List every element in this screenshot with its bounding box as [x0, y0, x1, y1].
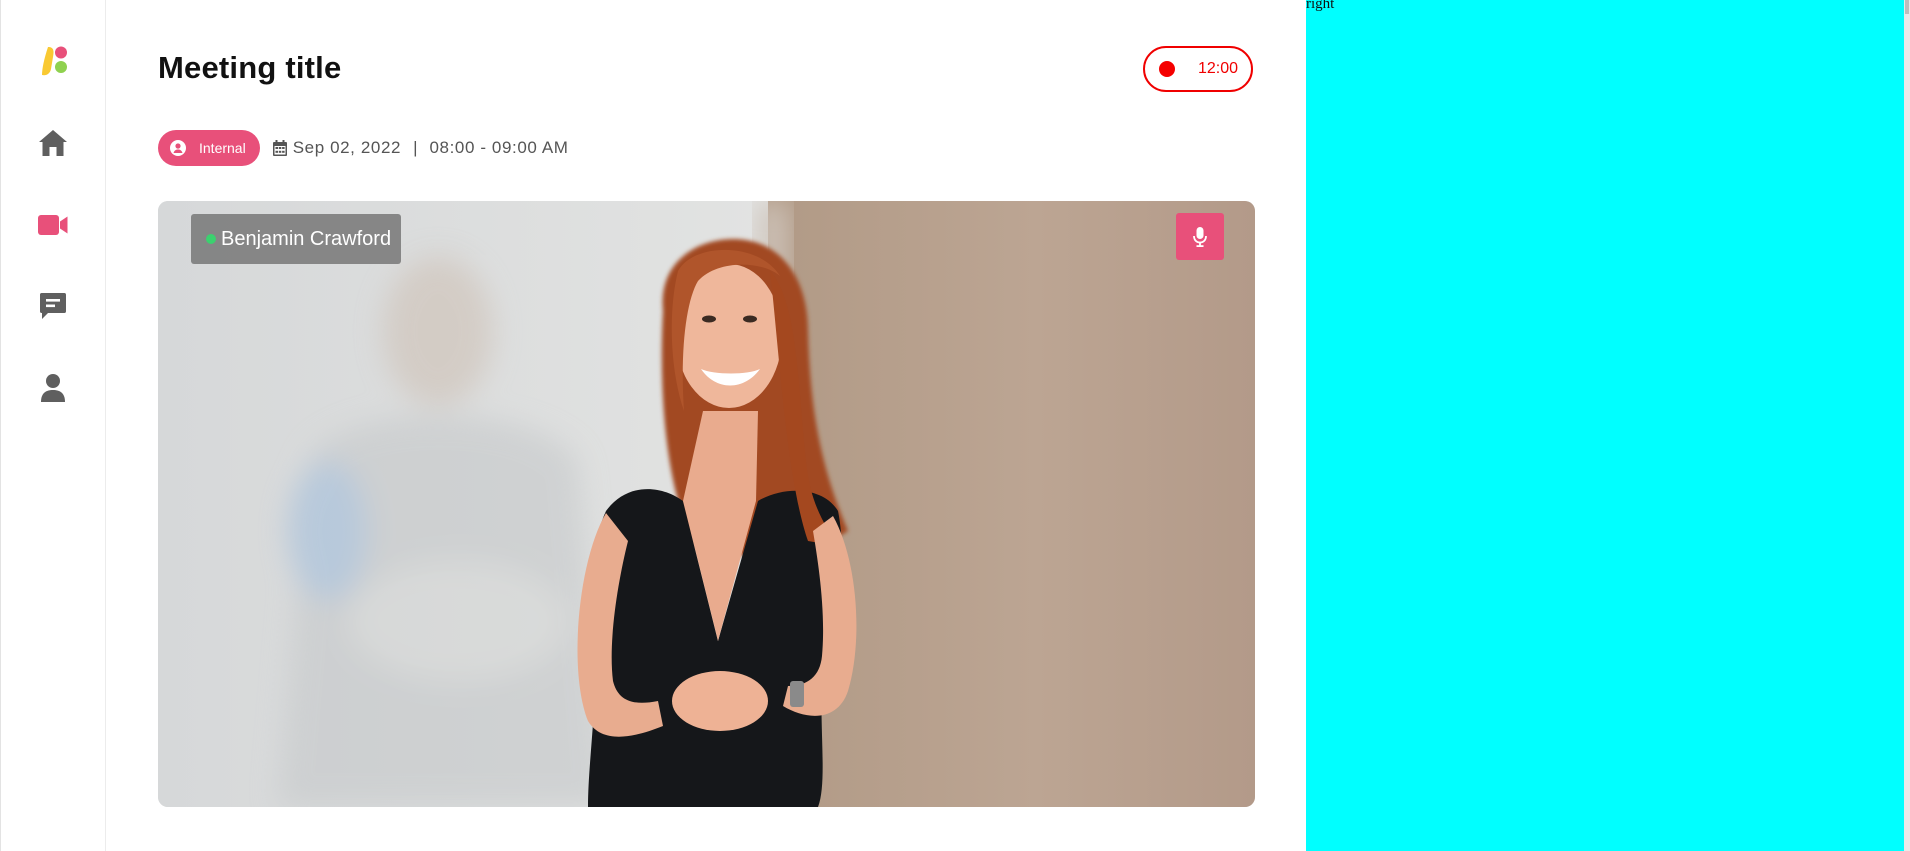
- recording-time: 12:00: [1197, 60, 1238, 77]
- participant-video[interactable]: Benjamin Crawford: [158, 201, 1255, 807]
- meeting-type-label: Internal: [199, 140, 246, 156]
- video-camera-icon: [38, 215, 68, 235]
- sidebar-item-home[interactable]: [33, 123, 73, 163]
- main-content: Meeting title 12:00 Internal Sep 02, 202…: [107, 0, 1305, 851]
- participant-name-tag: Benjamin Crawford: [191, 214, 402, 264]
- video-frame: [158, 201, 1255, 807]
- user-icon: [41, 374, 65, 402]
- online-status-icon: [206, 234, 216, 244]
- right-panel: right: [1306, 0, 1904, 851]
- sidebar-item-profile[interactable]: [33, 368, 73, 408]
- participant-name: Benjamin Crawford: [221, 227, 392, 250]
- microphone-icon: [1193, 226, 1207, 247]
- app-logo-icon[interactable]: [38, 45, 70, 77]
- home-icon: [39, 130, 67, 156]
- microphone-button[interactable]: [1176, 213, 1224, 260]
- recording-timer-button[interactable]: 12:00: [1143, 46, 1253, 92]
- sidebar: [0, 0, 106, 851]
- meeting-time-range: 08:00 - 09:00 AM: [429, 138, 569, 157]
- sidebar-item-chat[interactable]: [33, 286, 73, 326]
- calendar-icon: [272, 140, 287, 156]
- sidebar-item-video[interactable]: [33, 205, 73, 245]
- meta-separator: |: [413, 138, 418, 157]
- app-root: Meeting title 12:00 Internal Sep 02, 202…: [0, 0, 1910, 851]
- scrollbar-track[interactable]: [1904, 0, 1910, 851]
- page-title: Meeting title: [158, 50, 342, 85]
- meeting-type-badge[interactable]: Internal: [158, 130, 260, 166]
- chat-icon: [40, 293, 66, 319]
- user-circle-icon: [170, 140, 186, 156]
- scrollbar-thumb[interactable]: [1905, 0, 1909, 14]
- record-dot-icon: [1159, 61, 1175, 77]
- right-panel-label: right: [1306, 0, 1335, 12]
- meeting-meta: Internal Sep 02, 2022 | 08:00 - 09:00 AM: [158, 130, 569, 166]
- meeting-date: Sep 02, 2022: [292, 138, 402, 157]
